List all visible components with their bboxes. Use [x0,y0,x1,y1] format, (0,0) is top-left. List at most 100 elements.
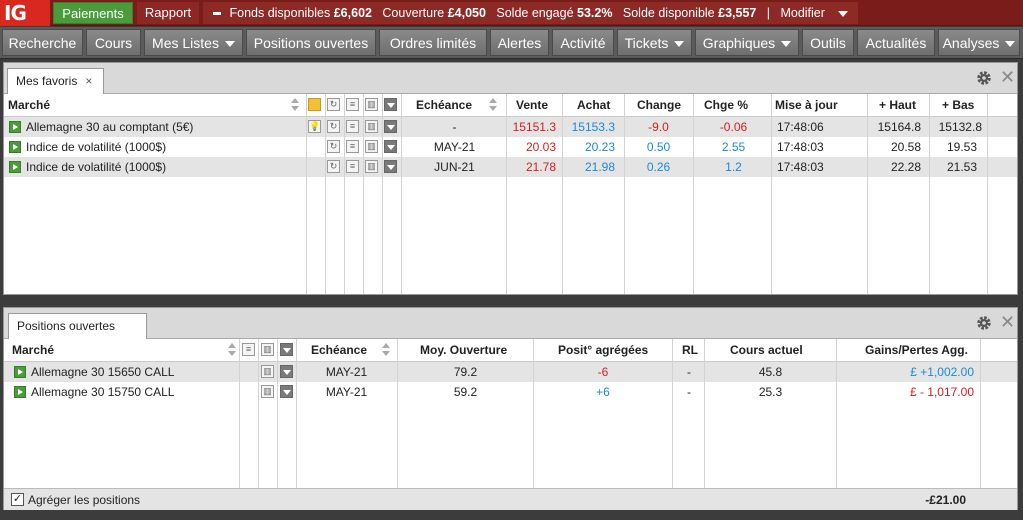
col-achat[interactable]: Achat [577,94,610,116]
col-rl[interactable]: RL [682,339,698,361]
close-panel-icon[interactable]: ✕ [1000,68,1015,86]
row-marche[interactable]: Allemagne 30 au comptant (5€) [26,117,193,137]
rapport-button[interactable]: Rapport [137,2,199,24]
row-gains: £ +1,002.00 [910,365,974,379]
col-chge[interactable]: Chge % [704,94,748,116]
chart-icon[interactable]: ▥ [365,140,378,153]
list-icon[interactable]: ≡ [346,120,359,133]
solde-engage-value: 53.2% [577,6,613,20]
chevron-down-icon[interactable] [838,10,849,17]
col-echeance[interactable]: Echéance [416,94,472,116]
dropdown-icon [384,98,397,111]
row-marche[interactable]: Indice de volatilité (1000$) [26,137,166,157]
refresh-icon[interactable]: ↻ [327,140,340,153]
play-icon[interactable] [9,161,21,173]
chevron-down-icon [781,41,792,48]
sort-icon[interactable] [291,98,299,112]
sort-icon[interactable] [382,343,390,357]
dropdown-icon[interactable] [384,120,397,133]
column-divider [980,339,981,489]
row-marche[interactable]: Allemagne 30 15650 CALL [31,362,174,382]
dropdown-icon[interactable] [280,385,293,398]
refresh-icon[interactable]: ↻ [327,160,340,173]
refresh-icon[interactable]: ↻ [327,120,340,133]
tab-close-icon[interactable]: × [85,74,92,88]
row-achat[interactable]: 20.23 [557,137,615,157]
nav-tickets[interactable]: Tickets [617,29,692,56]
row-vente[interactable]: 15151.3 [507,117,556,137]
col-moy-ouverture[interactable]: Moy. Ouverture [420,339,507,361]
gear-icon[interactable] [975,69,993,87]
nav-label: Alertes [497,35,542,51]
column-divider [929,94,930,294]
tab-positions-ouvertes[interactable]: Positions ouvertes [8,313,147,339]
agreger-label[interactable]: Agréger les positions [28,490,140,510]
nav-positions-ouvertes[interactable]: Positions ouvertes [246,29,376,56]
row-moy: 59.2 [453,385,478,399]
play-icon[interactable] [14,386,26,398]
col-posit-agregees[interactable]: Posit° agrégées [558,339,648,361]
row-echeance: MAY-21 [433,140,476,154]
play-icon[interactable] [9,141,21,153]
total-gains: -£21.00 [925,493,966,507]
solde-dispo-value: £3,557 [718,6,757,20]
chart-icon[interactable]: ▥ [261,385,274,398]
fonds-value: £6,602 [333,6,372,20]
col-echeance[interactable]: Echéance [311,339,367,361]
row-achat[interactable]: 15153.3 [557,117,615,137]
nav-cours[interactable]: Cours [86,29,141,56]
row-achat[interactable]: 21.98 [557,157,615,177]
chart-icon[interactable]: ▥ [365,120,378,133]
play-icon[interactable] [9,121,21,133]
bulb-icon[interactable]: 💡 [308,120,321,133]
sort-icon[interactable] [489,98,497,112]
modifier-link[interactable]: Modifier [780,6,824,20]
nav-activite[interactable]: Activité [552,29,614,56]
dropdown-icon[interactable] [384,160,397,173]
col-haut[interactable]: + Haut [879,94,916,116]
favoris-panel: Mes favoris × ✕ Marché ↻ ≡ ▥ Echéance Ven… [3,62,1018,295]
dropdown-icon[interactable] [384,140,397,153]
col-marche[interactable]: Marché [12,339,54,361]
col-bas[interactable]: + Bas [942,94,974,116]
close-panel-icon[interactable]: ✕ [1000,313,1015,331]
paiements-button[interactable]: Paiements [53,2,133,24]
col-change[interactable]: Change [637,94,681,116]
couverture-value: £4,050 [447,6,486,20]
nav-label: Analyses [942,35,1000,51]
nav-mes-listes[interactable]: Mes Listes [144,29,243,56]
play-icon[interactable] [14,366,26,378]
chart-icon[interactable]: ▥ [261,365,274,378]
chart-icon[interactable]: ▥ [365,160,378,173]
nav-ordres-limites[interactable]: Ordres limités [379,29,487,56]
gear-icon[interactable] [975,314,993,332]
list-icon[interactable]: ≡ [346,160,359,173]
nav-actualites[interactable]: Actualités [857,29,935,56]
agreger-checkbox[interactable]: ✓ [11,493,24,506]
list-icon[interactable]: ≡ [346,140,359,153]
sort-icon[interactable] [228,343,236,357]
row-chge: 1.2 [725,160,742,174]
nav-outils[interactable]: Outils [802,29,854,56]
ig-logo[interactable]: IG [0,0,50,26]
minimize-icon[interactable] [213,12,221,16]
list-icon: ≡ [346,98,359,111]
col-gains-pertes[interactable]: Gains/Pertes Agg. [865,339,968,361]
col-mise-a-jour[interactable]: Mise à jour [775,94,838,116]
nav-graphiques[interactable]: Graphiques [695,29,799,56]
col-vente[interactable]: Vente [516,94,548,116]
dropdown-icon[interactable] [280,365,293,378]
nav-recherche[interactable]: Recherche [2,29,83,56]
nav-label: Ordres limités [389,35,477,51]
row-vente[interactable]: 20.03 [507,137,556,157]
row-vente[interactable]: 21.78 [507,157,556,177]
col-marche[interactable]: Marché [8,94,50,116]
row-marche[interactable]: Indice de volatilité (1000$) [26,157,166,177]
tab-mes-favoris[interactable]: Mes favoris × [7,68,104,94]
nav-label: Mes Listes [152,35,219,51]
col-cours-actuel[interactable]: Cours actuel [730,339,803,361]
row-marche[interactable]: Allemagne 30 15750 CALL [31,382,174,402]
nav-analyses[interactable]: Analyses [938,29,1020,56]
nav-alertes[interactable]: Alertes [490,29,549,56]
row-rl: - [687,385,691,399]
